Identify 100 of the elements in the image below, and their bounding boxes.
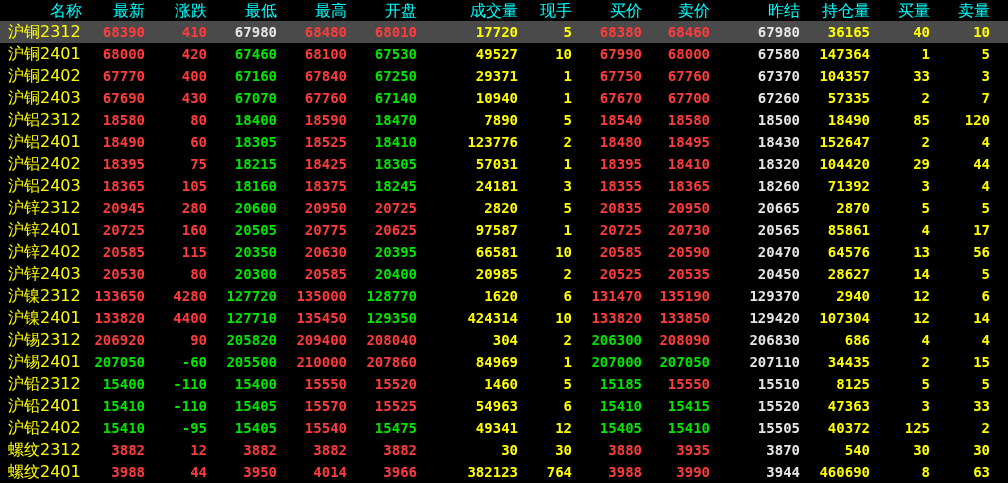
table-cell: 4 — [981, 178, 990, 194]
table-cell: 20505 — [234, 222, 277, 238]
table-cell: 127710 — [226, 310, 277, 326]
table-cell: 68390 — [102, 24, 145, 40]
table-cell: 280 — [181, 200, 207, 216]
table-cell: 20585 — [102, 244, 145, 260]
column-header[interactable]: 昨结 — [710, 0, 800, 21]
table-cell: 18410 — [374, 134, 417, 150]
table-cell: 20775 — [304, 222, 347, 238]
table-cell: 20585 — [304, 266, 347, 282]
contract-name: 沪锌2402 — [7, 241, 82, 263]
table-cell: 104420 — [819, 156, 870, 172]
column-header[interactable]: 成交量 — [417, 0, 518, 21]
table-cell: 3935 — [676, 442, 710, 458]
table-cell: 14 — [973, 310, 990, 326]
table-cell: 20525 — [599, 266, 642, 282]
table-cell: 20950 — [667, 200, 710, 216]
contract-name: 沪铝2402 — [7, 153, 82, 175]
column-header[interactable]: 涨跌 — [145, 0, 207, 21]
table-cell: 3950 — [243, 464, 277, 480]
table-cell: 5 — [921, 200, 930, 216]
column-header[interactable]: 开盘 — [347, 0, 417, 21]
table-cell: 20565 — [757, 222, 800, 238]
table-cell: 13 — [913, 244, 930, 260]
table-cell: 67580 — [757, 46, 800, 62]
table-cell: 3870 — [766, 442, 800, 458]
table-cell: 20730 — [667, 222, 710, 238]
table-cell: 5 — [563, 112, 572, 128]
table-cell: 30 — [973, 442, 990, 458]
table-cell: 15520 — [374, 376, 417, 392]
table-cell: 129420 — [749, 310, 800, 326]
table-cell: 18160 — [234, 178, 277, 194]
column-header[interactable]: 名称 — [0, 0, 84, 21]
column-header[interactable]: 卖价 — [642, 0, 710, 21]
table-cell: 205500 — [226, 354, 277, 370]
table-cell: 67760 — [667, 68, 710, 84]
column-header[interactable]: 最高 — [277, 0, 347, 21]
table-cell: 68100 — [304, 46, 347, 62]
table-cell: 18430 — [757, 134, 800, 150]
table-cell: 18305 — [234, 134, 277, 150]
table-cell: 15410 — [599, 398, 642, 414]
table-cell: 34435 — [827, 354, 870, 370]
table-cell: 7 — [981, 90, 990, 106]
table-cell: 20600 — [234, 200, 277, 216]
contract-name: 沪锌2403 — [7, 263, 82, 285]
table-cell: 4014 — [313, 464, 347, 480]
table-cell: 8 — [921, 464, 930, 480]
table-cell: 120 — [964, 112, 990, 128]
contract-name: 螺纹2312 — [7, 439, 82, 461]
column-header[interactable]: 持仓量 — [800, 0, 870, 21]
table-cell: 2 — [563, 332, 572, 348]
table-cell: 24181 — [475, 178, 518, 194]
table-cell: 15505 — [757, 420, 800, 436]
table-cell: 90 — [190, 332, 207, 348]
table-cell: 4 — [981, 134, 990, 150]
table-cell: 133650 — [94, 288, 145, 304]
column-header[interactable]: 最低 — [207, 0, 277, 21]
table-cell: 206300 — [591, 332, 642, 348]
column-header[interactable]: 最新 — [84, 0, 145, 21]
table-cell: 2870 — [836, 200, 870, 216]
table-cell: 107304 — [819, 310, 870, 326]
table-cell: 2 — [563, 134, 572, 150]
table-cell: 44 — [973, 156, 990, 172]
table-row[interactable]: 沪铜2312 68390 410 67980 68480 68010 17720 5 68380 68460 67980 36165 40 10 — [0, 21, 1008, 43]
table-cell: 3988 — [111, 464, 145, 480]
column-header[interactable]: 买量 — [870, 0, 930, 21]
table-cell: 15550 — [304, 376, 347, 392]
table-cell: 57335 — [827, 90, 870, 106]
table-cell: 2940 — [836, 288, 870, 304]
table-cell: 147364 — [819, 46, 870, 62]
column-header[interactable]: 现手 — [518, 0, 572, 21]
table-cell: 133850 — [659, 310, 710, 326]
table-cell: 5 — [563, 200, 572, 216]
table-cell: 67530 — [374, 46, 417, 62]
table-cell: 30 — [555, 442, 572, 458]
table-cell: 4 — [921, 332, 930, 348]
table-cell: 5 — [981, 266, 990, 282]
table-cell: 68480 — [304, 24, 347, 40]
column-header[interactable]: 卖量 — [930, 0, 990, 21]
table-cell: 29 — [913, 156, 930, 172]
table-cell: 1 — [563, 156, 572, 172]
table-cell: 20470 — [757, 244, 800, 260]
table-cell: 67250 — [374, 68, 417, 84]
table-cell: -60 — [181, 354, 207, 370]
column-header[interactable]: 买价 — [572, 0, 642, 21]
table-cell: 20530 — [102, 266, 145, 282]
table-cell: 18305 — [374, 156, 417, 172]
table-cell: 20835 — [599, 200, 642, 216]
table-cell: 20625 — [374, 222, 417, 238]
table-cell: 85 — [913, 112, 930, 128]
table-cell: 20590 — [667, 244, 710, 260]
table-cell: 2 — [921, 134, 930, 150]
table-cell: 4 — [981, 332, 990, 348]
table-cell: 7890 — [484, 112, 518, 128]
table-cell: 15405 — [234, 420, 277, 436]
table-cell: -95 — [181, 420, 207, 436]
table-cell: 18580 — [102, 112, 145, 128]
table-cell: 135000 — [296, 288, 347, 304]
table-cell: 80 — [190, 266, 207, 282]
table-cell: 67750 — [599, 68, 642, 84]
